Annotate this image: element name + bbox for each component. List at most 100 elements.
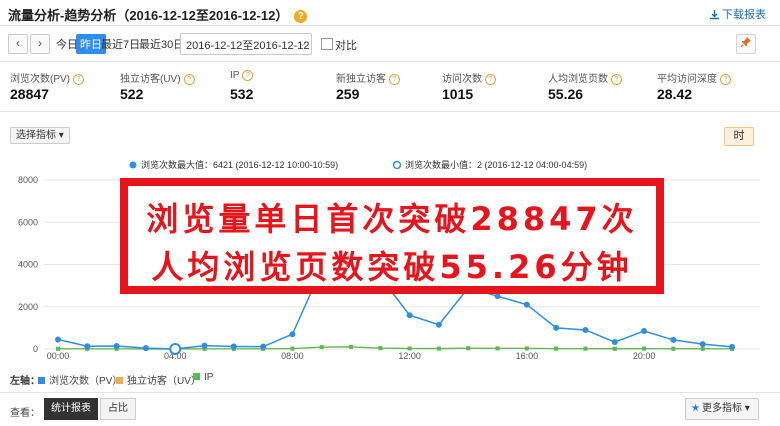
data-point: [56, 346, 60, 351]
max-legend-text: 浏览次数最大值：6421 (2016-12-12 10:00-10:59): [141, 159, 338, 170]
legend-swatch: [116, 377, 123, 384]
download-report-link[interactable]: 下载报表: [709, 6, 766, 22]
hour-granularity-button[interactable]: 时: [724, 127, 754, 146]
metric-label-ip: IP?: [230, 70, 254, 81]
max-legend-marker: [129, 161, 137, 169]
metric-label-new-uv: 新独立访客?: [336, 70, 400, 85]
help-icon: ?: [73, 74, 84, 85]
divider: [0, 25, 780, 26]
page-title: 流量分析-趋势分析（2016-12-12至2016-12-12）?: [8, 5, 308, 24]
data-point: [699, 341, 706, 348]
chevron-right-icon: ›: [38, 36, 42, 50]
data-point: [289, 331, 296, 338]
view-label: 查看：: [10, 408, 40, 419]
data-point: [260, 343, 267, 350]
banner-line-1: 浏览量单日首次突破28847次: [146, 200, 638, 238]
download-label: 下载报表: [722, 9, 766, 21]
x-tick-label: 20:00: [633, 351, 656, 361]
banner-line-2: 人均浏览页数突破55.26分钟: [151, 248, 633, 286]
metric-value-pages-per-user: 55.26: [548, 86, 584, 102]
chevron-down-icon: ⌵: [298, 37, 307, 49]
pin-glyph: [740, 37, 751, 48]
caret-down-icon: ▾: [744, 403, 750, 414]
legend-uv[interactable]: 独立访客（UV）: [116, 372, 201, 387]
metric-label-uv: 独立访客(UV)?: [120, 70, 195, 85]
more-indicators-label: 更多指标: [701, 403, 742, 414]
data-point: [612, 346, 617, 351]
data-point: [407, 346, 412, 351]
data-point: [142, 345, 149, 352]
data-point: [84, 343, 91, 350]
data-point: [113, 343, 120, 350]
divider: [0, 392, 780, 393]
data-point: [435, 321, 442, 328]
metric-value-uv: 522: [120, 86, 144, 102]
range-today[interactable]: 今日: [56, 36, 78, 52]
data-point: [700, 346, 705, 351]
tab-stats-report[interactable]: 统计报表: [44, 398, 98, 420]
x-tick-label: 12:00: [398, 351, 421, 361]
legend-swatch: [38, 377, 45, 384]
data-point: [201, 342, 208, 349]
data-point: [290, 346, 295, 351]
help-icon: ?: [242, 70, 254, 81]
data-point: [494, 293, 501, 300]
compare-checkbox[interactable]: [321, 38, 333, 50]
min-point: [169, 342, 182, 355]
y-tick-label: 4000: [18, 260, 38, 270]
metric-value-new-uv: 259: [336, 86, 360, 102]
date-range-value: 2016-12-12至2016-12-12: [186, 40, 310, 52]
page-title-text: 流量分析-趋势分析（2016-12-12至2016-12-12）: [8, 8, 289, 23]
star-icon: ★: [691, 403, 700, 414]
x-tick-label: 08:00: [281, 351, 304, 361]
divider: [0, 111, 780, 112]
range-last30[interactable]: 最近30日: [139, 36, 184, 52]
help-icon: ?: [389, 74, 400, 85]
help-icon[interactable]: ?: [294, 10, 308, 24]
metric-value-visits: 1015: [442, 86, 474, 102]
next-day-button[interactable]: ›: [30, 34, 50, 54]
caret-down-icon: ▾: [58, 130, 64, 141]
data-point: [554, 346, 559, 351]
metric-value-visit-depth: 28.42: [657, 86, 693, 102]
data-point: [523, 301, 530, 308]
x-tick-label: 16:00: [516, 351, 539, 361]
indicator-select[interactable]: 选择指标 ▾: [10, 127, 70, 144]
help-icon: ?: [720, 74, 731, 85]
data-point: [406, 312, 413, 319]
y-tick-label: 0: [33, 344, 38, 354]
range-last7[interactable]: 最近7日: [101, 36, 140, 52]
metric-value-ip: 532: [230, 86, 254, 102]
data-point: [466, 346, 471, 351]
metric-label-visits: 访问次数?: [442, 70, 496, 85]
data-point: [670, 336, 677, 343]
banner-inner: 浏览量单日首次突破28847次 人均浏览页数突破55.26分钟: [128, 186, 656, 286]
data-point: [729, 343, 735, 350]
compare-label: 对比: [335, 40, 357, 52]
data-point: [641, 328, 648, 335]
divider: [0, 61, 780, 62]
more-indicators-button[interactable]: ★ 更多指标 ▾: [685, 398, 759, 420]
data-point: [436, 346, 441, 351]
min-legend-text: 浏览次数最小值：2 (2016-12-12 04:00-04:59): [405, 159, 587, 170]
help-icon: ?: [183, 74, 195, 85]
left-axis-label: 左轴：: [10, 376, 40, 387]
data-point: [553, 324, 560, 331]
legend-pv[interactable]: 浏览次数（PV）: [38, 372, 122, 387]
date-range-select[interactable]: 2016-12-12至2016-12-12 ⌵: [180, 33, 312, 55]
prev-day-button[interactable]: ‹: [8, 34, 28, 54]
data-point: [524, 346, 529, 351]
y-tick-label: 6000: [18, 217, 38, 227]
data-point: [582, 326, 589, 333]
pin-icon[interactable]: [736, 34, 756, 54]
data-point: [642, 346, 647, 351]
y-tick-label: 2000: [18, 302, 38, 312]
metric-label-pv: 浏览次数(PV)?: [10, 70, 84, 85]
data-point: [671, 346, 676, 351]
legend-swatch: [193, 373, 200, 380]
data-point: [495, 346, 500, 351]
min-legend-marker: [392, 160, 402, 170]
legend-ip[interactable]: IP: [193, 372, 213, 383]
data-point: [349, 344, 354, 349]
tab-share[interactable]: 占比: [100, 398, 136, 420]
